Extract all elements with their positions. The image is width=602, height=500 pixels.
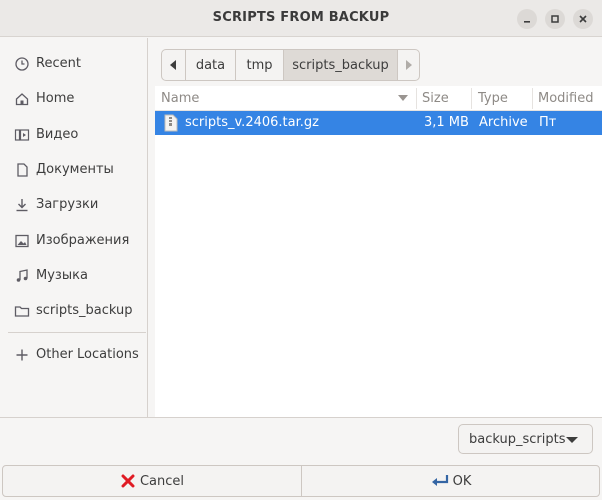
minimize-button[interactable] [517,9,537,29]
archive-file-icon [164,114,178,132]
places-sidebar: Recent Home Видео Документы Загрузки Изо… [0,38,148,417]
sidebar-divider [8,332,146,333]
sidebar-item-images[interactable]: Изображения [0,227,147,255]
image-icon [15,234,29,248]
chevron-right-icon [406,60,412,70]
sidebar-item-label: Изображения [36,233,130,248]
column-header-row: Name Size Type Modified [155,86,602,111]
sidebar-item-recent[interactable]: Recent [0,50,147,78]
action-bar: Cancel OK [2,465,600,497]
column-name-header[interactable]: Name [161,91,199,106]
sidebar-item-label: Home [36,91,75,106]
sidebar-item-label: Документы [36,162,114,177]
sidebar-item-label: Other Locations [36,347,139,362]
chevron-left-icon [169,60,176,70]
column-size-header[interactable]: Size [422,91,449,106]
sidebar-item-scripts-backup[interactable]: scripts_backup [0,297,147,325]
video-icon [14,129,30,141]
sidebar-item-music[interactable]: Музыка [0,262,147,290]
title-bar: SCRIPTS FROM BACKUP [0,0,602,37]
file-size: 3,1 MB [424,115,469,130]
download-icon [16,199,28,212]
sidebar-item-home[interactable]: Home [0,85,147,113]
maximize-button[interactable] [545,9,565,29]
minimize-icon [524,21,530,23]
path-segment-data[interactable]: data [186,50,236,80]
path-bar: data tmp scripts_backup [161,49,420,81]
folder-icon [14,306,30,317]
sidebar-item-label: Загрузки [36,197,99,212]
window-title: SCRIPTS FROM BACKUP [212,10,390,25]
sort-down-icon [398,95,408,101]
file-filter-value: backup_scripts [469,432,566,447]
ok-button[interactable]: OK [302,466,599,496]
cancel-button[interactable]: Cancel [3,466,301,496]
file-type: Archive [479,115,528,130]
home-icon [15,93,29,106]
sidebar-item-label: Recent [36,56,81,71]
ok-button-label: OK [452,473,472,489]
file-modified: Пт [539,115,557,130]
file-filter-dropdown[interactable]: backup_scripts [458,424,593,454]
file-list[interactable]: Name Size Type Modified scripts_v.2406.t… [155,86,602,417]
sidebar-item-label: Видео [36,127,79,142]
maximize-icon [551,15,559,23]
music-icon [16,269,28,282]
file-name: scripts_v.2406.tar.gz [185,115,319,130]
path-segment-tmp[interactable]: tmp [236,50,284,80]
sidebar-item-documents[interactable]: Документы [0,156,147,184]
sidebar-item-other-locations[interactable]: Other Locations [0,341,147,369]
clock-icon [15,57,29,71]
document-icon [17,163,28,177]
chevron-down-icon [566,437,578,443]
sidebar-item-label: Музыка [36,268,88,283]
close-button[interactable] [573,9,593,29]
column-type-header[interactable]: Type [478,91,508,106]
enter-arrow-icon [431,475,448,486]
path-segment-scripts-backup[interactable]: scripts_backup [284,50,398,80]
path-forward-button[interactable] [398,50,419,80]
cancel-icon [121,474,135,488]
close-icon [579,15,587,23]
sidebar-item-label: scripts_backup [36,303,133,318]
plus-icon [16,349,28,361]
sidebar-item-downloads[interactable]: Загрузки [0,191,147,219]
sidebar-item-video[interactable]: Видео [0,121,147,149]
table-row[interactable]: scripts_v.2406.tar.gz 3,1 MB Archive Пт [155,111,602,135]
path-back-button[interactable] [162,50,186,80]
cancel-button-label: Cancel [139,473,185,489]
column-modified-header[interactable]: Modified [538,91,593,106]
